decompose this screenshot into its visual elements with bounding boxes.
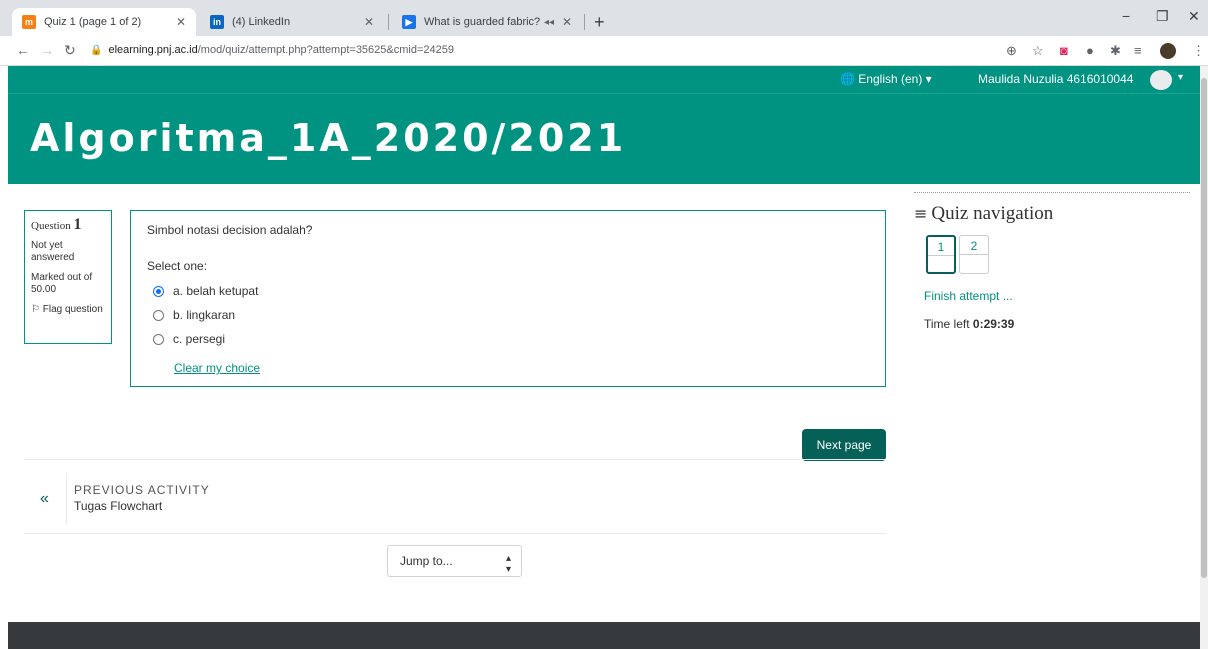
url-host: elearning.pnj.ac.id [108, 44, 198, 56]
course-title: Algoritma_1A_2020/2021 [30, 116, 627, 160]
close-tab-icon[interactable]: ✕ [562, 15, 572, 29]
media-queue-icon[interactable]: ≡ [1134, 43, 1142, 58]
question-label: Question [31, 220, 71, 232]
tab-title: (4) LinkedIn [232, 16, 291, 28]
jump-to-label: Jump to... [400, 554, 453, 568]
zoom-icon[interactable]: ⊕ [1006, 43, 1017, 59]
close-window-icon[interactable]: ✕ [1188, 8, 1200, 25]
scrollbar-thumb[interactable] [1201, 78, 1207, 578]
jump-to-select[interactable]: Jump to... ▴ ▾ [387, 545, 522, 577]
new-tab-icon[interactable]: + [594, 12, 605, 33]
user-menu[interactable]: Maulida Nuzulia 4616010044 [978, 72, 1133, 86]
forward-icon[interactable]: → [40, 42, 54, 58]
profile-avatar-icon[interactable] [1160, 43, 1176, 59]
page-footer [8, 622, 1200, 649]
user-name: Maulida Nuzulia 4616010044 [978, 72, 1134, 86]
question-content: Simbol notasi decision adalah? Select on… [130, 210, 886, 387]
moodle-page: 🌐 English (en) ▾ Maulida Nuzulia 4616010… [8, 66, 1200, 649]
divider [928, 255, 954, 256]
language-label: English (en) [858, 72, 923, 86]
quiz-page-number: 1 [937, 240, 945, 254]
quiz-page-button-2[interactable]: 2 [959, 235, 989, 274]
browser-tab-bar: m Quiz 1 (page 1 of 2) ✕ in (4) LinkedIn… [0, 0, 1208, 36]
back-icon[interactable]: ← [16, 42, 30, 58]
divider [66, 474, 67, 524]
avatar[interactable] [1150, 70, 1172, 90]
moodle-favicon-icon: m [22, 15, 36, 29]
finish-attempt-link[interactable]: Finish attempt ... [914, 289, 1190, 303]
quiz-page-number: 2 [970, 239, 978, 253]
video-favicon-icon: ▶ [402, 15, 416, 29]
question-number: Question 1 [31, 216, 105, 233]
reload-icon[interactable]: ↻ [64, 42, 76, 59]
quiz-page-buttons: 1 2 [914, 235, 1190, 275]
tab-separator [584, 14, 585, 30]
browser-menu-icon[interactable]: ⋮ [1192, 43, 1205, 59]
tab-separator [388, 14, 389, 30]
tab-video[interactable]: ▶ What is guarded fabric? ◂◂ ✕ [392, 8, 582, 36]
puzzle-icon[interactable]: ✱ [1110, 43, 1121, 59]
close-tab-icon[interactable]: ✕ [176, 15, 186, 29]
top-navbar: 🌐 English (en) ▾ Maulida Nuzulia 4616010… [8, 66, 1200, 94]
question-state: Not yet answered [31, 240, 75, 263]
divider [914, 192, 1190, 193]
divider [24, 459, 886, 460]
url-field[interactable]: 🔒 elearning.pnj.ac.id/mod/quiz/attempt.ph… [90, 44, 454, 56]
previous-activity-link[interactable]: « PREVIOUS ACTIVITY Tugas Flowchart [24, 470, 324, 530]
previous-activity-label: PREVIOUS ACTIVITY [74, 483, 210, 497]
divider [960, 254, 988, 255]
language-menu[interactable]: 🌐 English (en) ▾ [840, 72, 932, 86]
answer-option-c[interactable]: c. persegi [147, 327, 869, 351]
pocket-icon[interactable]: ◙ [1060, 43, 1068, 58]
double-chevron-left-icon: « [40, 490, 49, 507]
quiz-navigation-block: ≡ Quiz navigation 1 2 Finish attempt ... … [914, 192, 1190, 331]
hamburger-icon: ≡ [914, 204, 928, 223]
tab-quiz[interactable]: m Quiz 1 (page 1 of 2) ✕ [12, 8, 196, 36]
answer-label: c. persegi [173, 332, 226, 346]
linkedin-favicon-icon: in [210, 15, 224, 29]
tab-linkedin[interactable]: in (4) LinkedIn ✕ [200, 8, 384, 36]
extension-circle-icon[interactable]: ● [1086, 43, 1094, 58]
flag-icon: ⚐ [31, 304, 40, 315]
url-path: /mod/quiz/attempt.php?attempt=35625&cmid… [197, 44, 454, 56]
star-icon[interactable]: ☆ [1032, 43, 1044, 59]
previous-activity-name: Tugas Flowchart [74, 499, 163, 513]
course-header: Algoritma_1A_2020/2021 [8, 94, 1200, 184]
caret-down-icon: ▾ [925, 72, 932, 86]
close-tab-icon[interactable]: ✕ [364, 15, 374, 29]
select-one-prompt: Select one: [147, 259, 208, 273]
answer-option-a[interactable]: a. belah ketupat [147, 279, 869, 303]
radio-button[interactable] [153, 285, 164, 297]
divider [24, 533, 886, 534]
quiz-navigation-label: Quiz navigation [931, 203, 1054, 224]
caret-down-icon[interactable]: ▾ [1178, 72, 1183, 83]
quiz-page-button-1[interactable]: 1 [926, 235, 956, 274]
question-text: Simbol notasi decision adalah? [147, 223, 313, 237]
time-left-label: Time left [924, 317, 970, 331]
question-info: Question 1 Not yet answered Marked out o… [24, 210, 112, 344]
answer-option-b[interactable]: b. lingkaran [147, 303, 869, 327]
flag-question[interactable]: ⚐ Flag question [31, 304, 105, 316]
lock-icon: 🔒 [90, 45, 103, 56]
speaker-icon: ◂◂ [543, 16, 554, 28]
globe-icon: 🌐 [840, 72, 855, 86]
answer-label: a. belah ketupat [173, 284, 259, 298]
time-left-value: 0:29:39 [972, 317, 1015, 331]
tab-title: Quiz 1 (page 1 of 2) [44, 16, 142, 28]
clear-choice-link[interactable]: Clear my choice [174, 361, 260, 375]
minimize-icon[interactable]: − [1122, 8, 1130, 24]
select-arrows-icon: ▴ ▾ [505, 553, 511, 575]
next-page-button[interactable]: Next page [802, 429, 886, 461]
question-marks: Marked out of 50.00 [31, 272, 93, 295]
answer-label: b. lingkaran [173, 308, 236, 322]
flag-label: Flag question [42, 304, 103, 315]
radio-button[interactable] [153, 309, 164, 321]
radio-button[interactable] [153, 333, 164, 345]
time-left: Time left 0:29:39 [914, 317, 1190, 331]
tab-title: What is guarded fabric? [424, 16, 541, 28]
maximize-icon[interactable]: ❐ [1156, 8, 1169, 25]
question-number-value: 1 [73, 216, 82, 233]
quiz-navigation-title: ≡ Quiz navigation [914, 203, 1190, 225]
address-bar: ← → ↻ 🔒 elearning.pnj.ac.id/mod/quiz/atte… [0, 36, 1208, 66]
